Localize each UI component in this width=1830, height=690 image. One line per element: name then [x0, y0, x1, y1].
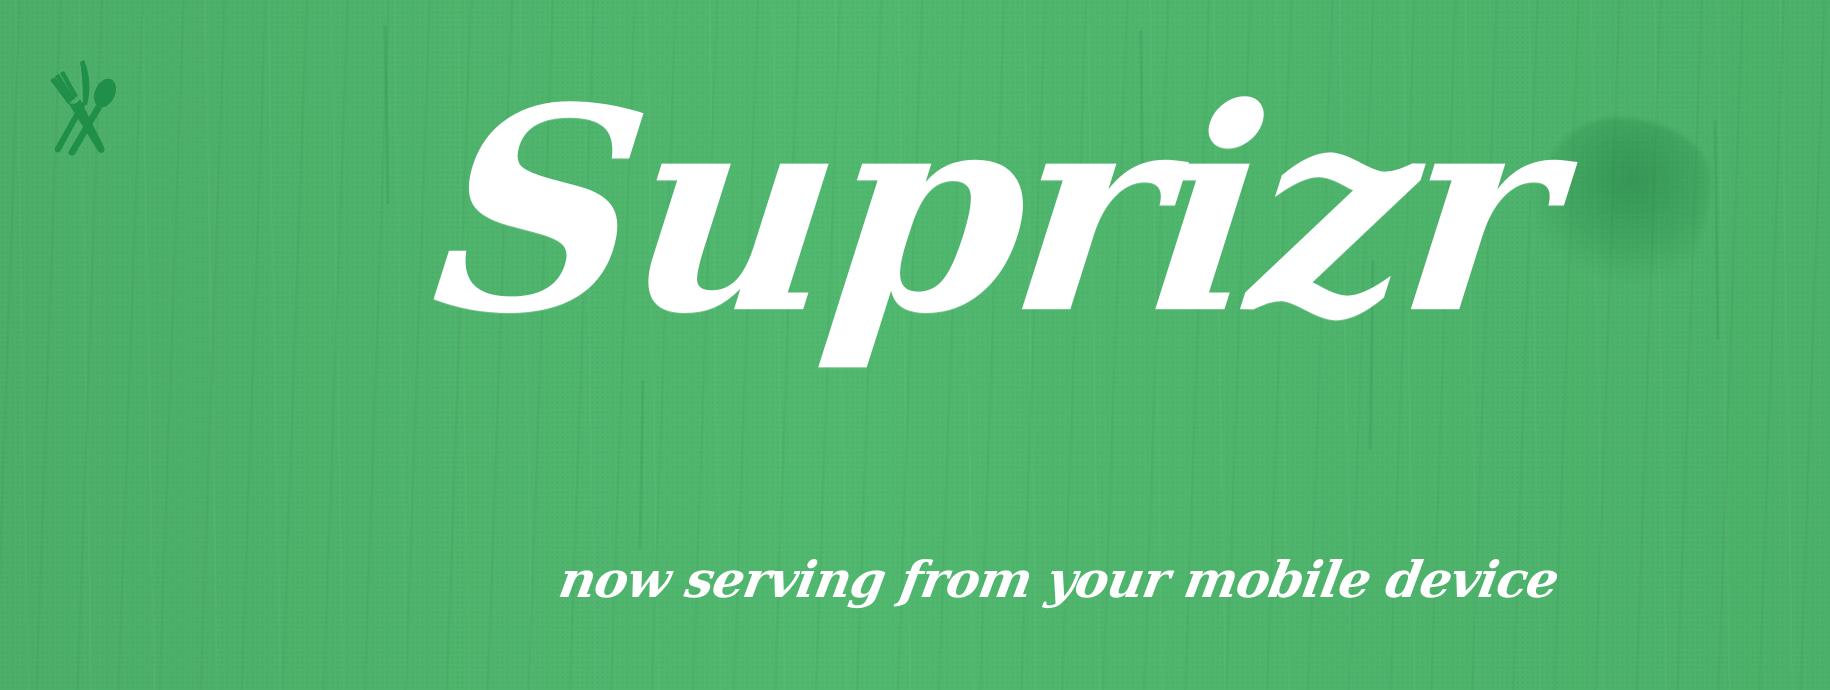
hero-banner: Suprizr now serving from your mobile dev…	[0, 0, 1830, 690]
brand-name: Suprizr	[420, 47, 1567, 376]
background-texture-streak	[1713, 119, 1720, 341]
tagline: now serving from your mobile device	[554, 550, 1563, 609]
background-stain	[1535, 118, 1710, 288]
background-texture-streak	[383, 24, 390, 206]
fork-knife-spoon-icon	[47, 56, 125, 156]
